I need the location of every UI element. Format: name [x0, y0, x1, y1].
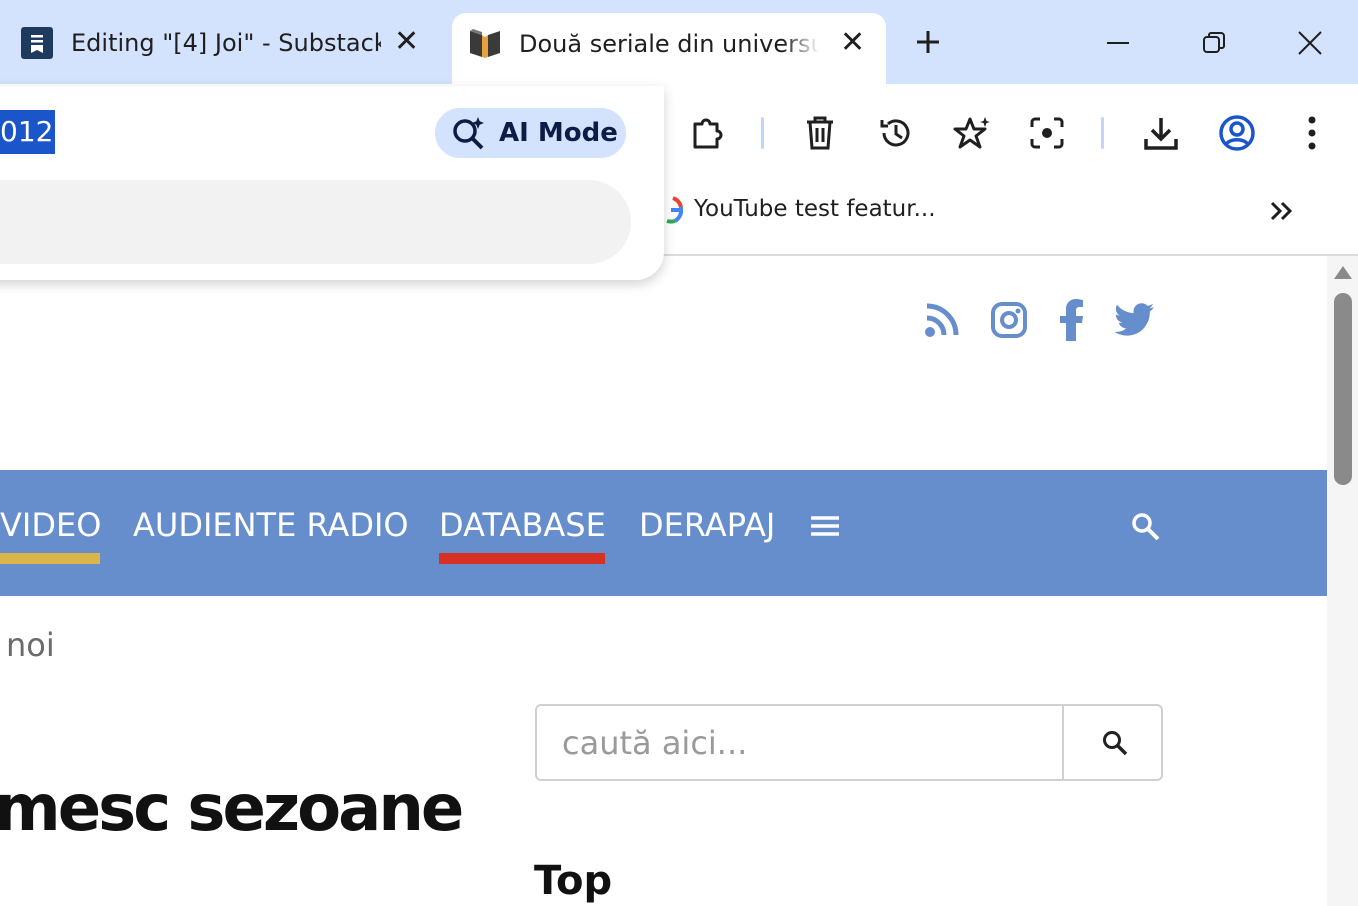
toolbar-separator: [761, 117, 764, 149]
search-icon[interactable]: [1131, 512, 1161, 546]
tab-close-icon[interactable]: ✕: [840, 28, 865, 58]
trash-icon[interactable]: [798, 111, 842, 155]
tab-title: Două seriale din universul C: [519, 30, 819, 58]
article-headline: mesc sezoane: [0, 772, 464, 846]
nav-item-database[interactable]: DATABASE: [439, 506, 606, 544]
close-window-button[interactable]: [1287, 20, 1333, 66]
instagram-icon[interactable]: [987, 296, 1031, 344]
tab-close-icon[interactable]: ✕: [394, 27, 419, 57]
tab-substack[interactable]: Editing "[4] Joi" - Substack ✕: [0, 0, 440, 84]
scroll-up-arrow-icon[interactable]: [1334, 266, 1352, 279]
omnibox-selected-text[interactable]: 012: [0, 110, 56, 154]
hamburger-icon[interactable]: [810, 514, 840, 542]
search-icon: [1102, 730, 1127, 755]
site-search-button[interactable]: [1062, 706, 1165, 779]
chevron-double-right-icon[interactable]: [1269, 200, 1295, 226]
rss-icon[interactable]: [920, 296, 964, 344]
new-tab-button[interactable]: [905, 19, 951, 65]
more-vert-icon[interactable]: [1290, 111, 1334, 155]
twitter-icon[interactable]: [1113, 296, 1157, 344]
nav-underline-database: [439, 553, 605, 564]
nav-underline-video: [0, 553, 100, 564]
plus-icon: [917, 31, 939, 53]
book-logo-icon: [468, 27, 500, 59]
site-search-form: [535, 704, 1163, 781]
ai-mode-button[interactable]: AI Mode: [435, 108, 626, 158]
substack-icon: [21, 27, 53, 59]
tab-title: Editing "[4] Joi" - Substack: [71, 29, 381, 57]
nav-item-video[interactable]: VIDEO: [0, 506, 101, 544]
minimize-icon: [1107, 42, 1129, 44]
sidebar-heading-top: Top: [534, 858, 613, 904]
bookmark-youtube-test[interactable]: YouTube test featur...: [694, 196, 936, 222]
camera-scan-icon[interactable]: [1025, 111, 1069, 155]
scrollbar-thumb[interactable]: [1334, 293, 1352, 485]
facebook-icon[interactable]: [1050, 296, 1094, 344]
tab-active-article[interactable]: Două seriale din universul C ✕: [452, 13, 886, 84]
toolbar-separator: [1101, 117, 1104, 149]
download-icon[interactable]: [1139, 111, 1183, 155]
ai-mode-label: AI Mode: [499, 118, 618, 148]
restore-icon: [1203, 32, 1225, 53]
omnibox-suggestion-row[interactable]: [0, 180, 631, 264]
nav-item-derapaj[interactable]: DERAPAJ: [639, 506, 775, 544]
breadcrumb: noi: [6, 626, 55, 664]
minimize-button[interactable]: [1095, 20, 1141, 66]
site-search-input[interactable]: [537, 706, 1061, 779]
sparkle-search-icon: [452, 116, 488, 154]
profile-icon[interactable]: [1215, 111, 1259, 155]
restore-button[interactable]: [1191, 20, 1237, 66]
puzzle-icon[interactable]: [686, 111, 730, 155]
tab-strip: Editing "[4] Joi" - Substack ✕ Două seri…: [0, 0, 1358, 84]
nav-item-audiente-radio[interactable]: AUDIENTE RADIO: [133, 506, 409, 544]
close-icon: [1298, 31, 1322, 55]
history-icon[interactable]: [874, 111, 918, 155]
star-sparkle-icon[interactable]: [950, 111, 994, 155]
